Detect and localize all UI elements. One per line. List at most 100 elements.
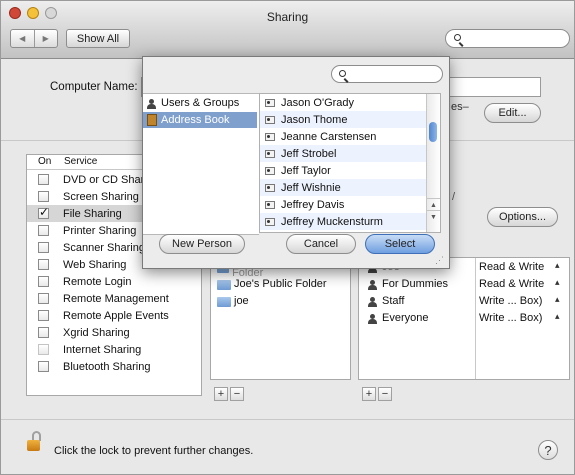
contact-name: Jeffrey Muckensturm: [281, 215, 383, 228]
address-book-icon: [147, 114, 157, 126]
title-bar: Sharing ◀ ▶ Show All: [1, 1, 574, 59]
shared-folder-row[interactable]: joe: [217, 292, 347, 309]
service-checkbox[interactable]: [38, 174, 49, 185]
header-on: On: [38, 156, 52, 167]
shared-folder-label: joe: [234, 294, 249, 307]
computer-name-partial: es–: [451, 101, 469, 113]
user-name: Everyone: [382, 311, 429, 324]
contact-row[interactable]: Jason O'Grady: [260, 94, 438, 111]
contact-row[interactable]: Jeff Strobel: [260, 145, 438, 162]
service-checkbox[interactable]: [38, 361, 49, 372]
service-label: Bluetooth Sharing: [63, 360, 151, 373]
contact-name: Jeff Wishnie: [281, 181, 341, 194]
people-picker-dialog: Users & Groups Address Book Jason O'Grad…: [142, 56, 450, 269]
stepper-icon[interactable]: ▴: [555, 260, 560, 271]
contact-card-icon: [265, 217, 275, 226]
scrollbar-thumb[interactable]: [429, 122, 437, 142]
service-checkbox[interactable]: [38, 242, 49, 253]
stepper-icon[interactable]: ▴: [555, 277, 560, 288]
service-label: Screen Sharing: [63, 190, 139, 203]
status-partial: /: [452, 191, 456, 203]
source-users-groups[interactable]: Users & Groups: [143, 95, 257, 111]
contact-card-icon: [265, 200, 275, 209]
service-label: Remote Login: [63, 275, 132, 288]
service-checkbox[interactable]: [38, 276, 49, 287]
service-checkbox[interactable]: [38, 259, 49, 270]
contact-row[interactable]: Jeanne Carstensen: [260, 128, 438, 145]
service-label: Web Sharing: [63, 258, 127, 271]
contact-name: Jeffrey Davis: [281, 198, 345, 211]
service-row-remote-login[interactable]: Remote Login: [27, 273, 201, 290]
select-button[interactable]: Select: [365, 234, 435, 254]
edit-button[interactable]: Edit...: [484, 103, 541, 123]
cancel-button[interactable]: Cancel: [286, 234, 356, 254]
users-list: Joe Read & Write ▴ For Dummies Read & Wr…: [358, 257, 570, 380]
add-user-button[interactable]: +: [362, 387, 376, 401]
search-icon: [454, 34, 461, 41]
user-row[interactable]: Staff: [367, 292, 475, 309]
back-button[interactable]: ◀: [11, 30, 34, 47]
service-checkbox[interactable]: [38, 205, 49, 219]
group-icon: [367, 296, 379, 307]
lock-text: Click the lock to prevent further change…: [54, 445, 254, 457]
contact-card-icon: [265, 115, 275, 124]
scroll-down-arrow[interactable]: ▼: [427, 210, 440, 223]
new-person-button[interactable]: New Person: [159, 234, 245, 254]
contact-row[interactable]: Jeffrey Muckensturm: [260, 213, 438, 230]
contact-name: Jason O'Grady: [281, 96, 355, 109]
contact-name: Jeff Strobel: [281, 147, 337, 160]
user-permission[interactable]: Write ... Box): [479, 312, 542, 324]
service-label: Scanner Sharing: [63, 241, 145, 254]
service-checkbox[interactable]: [38, 310, 49, 321]
service-label: DVD or CD Shar: [63, 173, 145, 186]
contact-card-icon: [265, 166, 275, 175]
remove-user-button[interactable]: −: [378, 387, 392, 401]
nav-buttons: ◀ ▶: [10, 29, 58, 48]
source-label: Address Book: [161, 114, 230, 126]
service-row-remote-management[interactable]: Remote Management: [27, 290, 201, 307]
computer-name-label: Computer Name:: [50, 81, 138, 93]
contact-name: Jeanne Carstensen: [281, 130, 377, 143]
folder-icon: [217, 296, 231, 307]
contact-row[interactable]: Jason Thome: [260, 111, 438, 128]
shared-folder-row[interactable]: Joe's Public Folder: [217, 275, 347, 292]
user-permission[interactable]: Read & Write: [479, 261, 544, 273]
add-folder-button[interactable]: +: [214, 387, 228, 401]
dialog-search-field[interactable]: [331, 65, 443, 83]
forward-button[interactable]: ▶: [33, 30, 58, 47]
lock-icon[interactable]: [27, 431, 43, 451]
service-checkbox[interactable]: [38, 191, 49, 202]
contact-name: Jeff Taylor: [281, 164, 331, 177]
service-label: Internet Sharing: [63, 343, 142, 356]
service-row-xgrid-sharing[interactable]: Xgrid Sharing: [27, 324, 201, 341]
service-checkbox[interactable]: [38, 293, 49, 304]
source-label: Users & Groups: [161, 97, 240, 109]
service-checkbox[interactable]: [38, 225, 49, 236]
contact-row[interactable]: Jeff Taylor: [260, 162, 438, 179]
stepper-icon[interactable]: ▴: [555, 311, 560, 322]
stepper-icon[interactable]: ▴: [555, 294, 560, 305]
contact-row[interactable]: Jeff Wishnie: [260, 179, 438, 196]
service-row-bluetooth-sharing[interactable]: Bluetooth Sharing: [27, 358, 201, 375]
user-row[interactable]: For Dummies: [367, 275, 475, 292]
service-checkbox[interactable]: [38, 344, 49, 355]
user-permission[interactable]: Write ... Box): [479, 295, 542, 307]
service-row-remote-apple-events[interactable]: Remote Apple Events: [27, 307, 201, 324]
search-field[interactable]: [445, 29, 570, 48]
options-button[interactable]: Options...: [487, 207, 558, 227]
show-all-button[interactable]: Show All: [66, 29, 130, 48]
contacts-scrollbar[interactable]: ▲ ▼: [426, 94, 440, 232]
column-divider: [475, 258, 476, 379]
group-icon: [146, 99, 158, 109]
resize-grip-icon[interactable]: ⋰: [435, 255, 444, 266]
shared-folder-label: Joe's Public Folder: [234, 277, 327, 290]
user-permission[interactable]: Read & Write: [479, 278, 544, 290]
service-checkbox[interactable]: [38, 327, 49, 338]
service-row-internet-sharing[interactable]: Internet Sharing: [27, 341, 201, 358]
source-address-book[interactable]: Address Book: [143, 112, 257, 128]
help-button[interactable]: ?: [538, 440, 558, 460]
remove-folder-button[interactable]: −: [230, 387, 244, 401]
folder-icon: [217, 279, 231, 290]
user-row[interactable]: Everyone: [367, 309, 475, 326]
contact-row[interactable]: Jeffrey Davis: [260, 196, 438, 213]
